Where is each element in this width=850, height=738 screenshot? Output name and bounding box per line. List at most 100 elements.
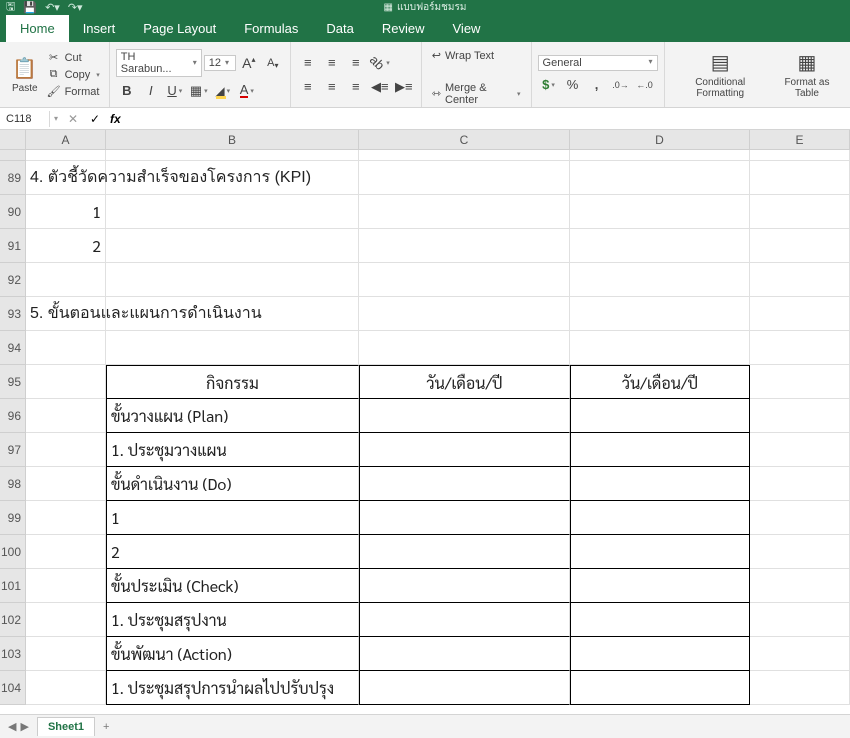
cell[interactable] [359,297,570,331]
row-header[interactable]: 103 [0,637,26,671]
row-header[interactable]: 104 [0,671,26,705]
cell[interactable] [106,150,359,161]
row-header[interactable]: 101 [0,569,26,603]
cell[interactable] [570,150,750,161]
cell[interactable] [750,161,850,195]
cell[interactable] [750,195,850,229]
row-header[interactable]: 98 [0,467,26,501]
tab-formulas[interactable]: Formulas [230,15,312,42]
cell[interactable] [106,195,359,229]
cell[interactable]: 1. ประชุมสรุปการนำผลไปปรับปรุง [106,671,359,705]
font-color-button[interactable]: A [236,81,258,101]
cell[interactable] [570,263,750,297]
align-middle-button[interactable]: ≡ [321,53,343,73]
bold-button[interactable]: B [116,81,138,101]
cell[interactable] [570,535,750,569]
tab-data[interactable]: Data [312,15,367,42]
cell[interactable] [359,569,570,603]
cell[interactable] [750,467,850,501]
redo-icon[interactable]: ↷▾ [68,1,83,14]
merge-center-button[interactable]: ⇿Merge & Center▾ [428,77,525,111]
cell[interactable] [26,399,106,433]
cell[interactable]: วัน/เดือน/ปี [570,365,750,399]
row-header[interactable]: 95 [0,365,26,399]
cell[interactable] [359,637,570,671]
cell[interactable]: กิจกรรม [106,365,359,399]
row-header[interactable]: 92 [0,263,26,297]
tab-home[interactable]: Home [6,15,69,42]
cell[interactable] [750,569,850,603]
cell[interactable] [26,150,106,161]
cell[interactable] [570,331,750,365]
sheet-tab[interactable]: Sheet1 [37,717,95,736]
row-header[interactable]: 89 [0,161,26,195]
cell[interactable] [359,161,570,195]
row-header[interactable]: 91 [0,229,26,263]
cell[interactable] [359,603,570,637]
cell[interactable] [26,671,106,705]
cell[interactable] [750,603,850,637]
cell[interactable] [26,263,106,297]
conditional-formatting-button[interactable]: ▤ Conditional Formatting [671,48,770,101]
cell[interactable] [570,161,750,195]
cell[interactable] [750,433,850,467]
row-header[interactable]: 97 [0,433,26,467]
cell[interactable]: ขั้นดำเนินงาน (Do) [106,467,359,501]
cell[interactable] [570,501,750,535]
font-name-select[interactable]: TH Sarabun...▾ [116,49,202,77]
italic-button[interactable]: I [140,81,162,101]
select-all-corner[interactable] [0,130,26,150]
cell[interactable]: 5. ขั้นตอนและแผนการดำเนินงาน [26,297,106,331]
col-header-d[interactable]: D [570,130,750,150]
save-icon[interactable]: 🖫 [6,0,15,17]
cell[interactable] [750,671,850,705]
increase-decimal-button[interactable]: .0→ [610,75,632,95]
tab-insert[interactable]: Insert [69,15,130,42]
decrease-decimal-button[interactable]: ←.0 [634,75,656,95]
row-header[interactable]: 102 [0,603,26,637]
align-bottom-button[interactable]: ≡ [345,53,367,73]
cell[interactable]: วัน/เดือน/ปี [359,365,570,399]
cell[interactable] [106,161,359,195]
cell[interactable] [570,229,750,263]
cell[interactable] [359,671,570,705]
cell[interactable] [359,229,570,263]
row-header[interactable]: 99 [0,501,26,535]
cell[interactable] [750,263,850,297]
formula-input[interactable] [125,110,850,128]
row-header[interactable]: 90 [0,195,26,229]
percent-button[interactable]: % [562,75,584,95]
cell[interactable] [750,637,850,671]
name-box[interactable]: C118 [0,111,50,127]
col-header-e[interactable]: E [750,130,850,150]
col-header-a[interactable]: A [26,130,106,150]
row-header[interactable] [0,150,26,161]
cell[interactable] [26,569,106,603]
cell[interactable] [570,603,750,637]
cell[interactable]: 2 [26,229,106,263]
paste-button[interactable]: 📋 Paste [6,54,44,96]
cell[interactable] [359,150,570,161]
cell[interactable]: 1. ประชุมวางแผน [106,433,359,467]
row-header[interactable]: 93 [0,297,26,331]
cell[interactable]: 1 [106,501,359,535]
copy-button[interactable]: ⧉Copy▾ [44,67,103,82]
accept-formula-button[interactable]: ✓ [84,112,106,126]
cell[interactable] [750,150,850,161]
cell[interactable]: 1 [26,195,106,229]
cell[interactable] [570,399,750,433]
cell[interactable] [750,365,850,399]
cell[interactable]: ขั้นพัฒนา (Action) [106,637,359,671]
cell[interactable] [570,195,750,229]
cell[interactable] [359,399,570,433]
cell[interactable] [570,671,750,705]
sheet-nav[interactable]: ◀▶ [0,720,37,733]
cell[interactable] [359,467,570,501]
currency-button[interactable]: $ [538,75,560,95]
align-right-button[interactable]: ≡ [345,77,367,97]
cell[interactable] [570,297,750,331]
cell[interactable] [570,569,750,603]
cell[interactable] [106,331,359,365]
cell[interactable] [750,229,850,263]
cell[interactable] [570,433,750,467]
